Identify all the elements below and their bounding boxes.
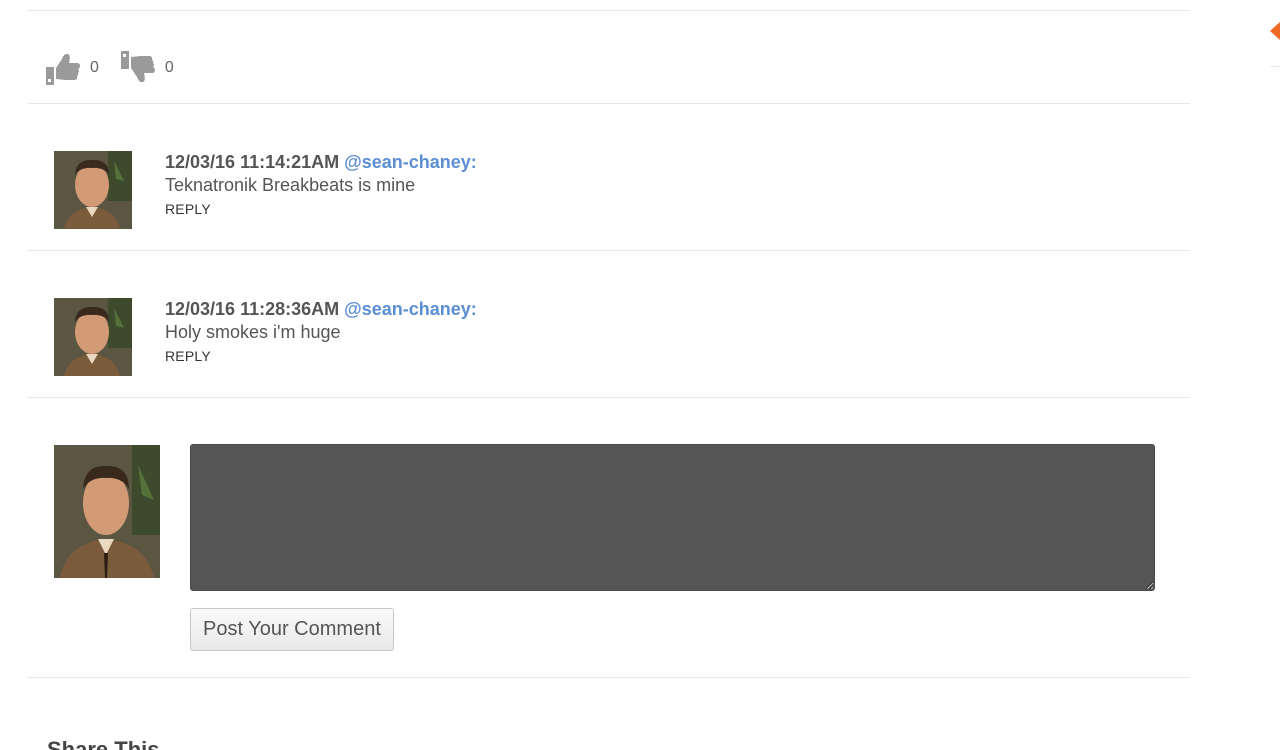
comment-body: 12/03/16 11:28:36AM @sean-chaney: Holy s… — [165, 298, 477, 366]
comments-section: 0 0 12/03/16 11:14:21AM @sean-chaney: Te… — [0, 0, 1280, 750]
like-count: 0 — [90, 59, 99, 76]
avatar[interactable] — [54, 151, 132, 229]
reply-link[interactable]: REPLY — [165, 348, 211, 364]
divider — [28, 250, 1190, 251]
divider — [28, 103, 1190, 104]
like-button[interactable]: 0 — [44, 49, 119, 87]
comment-text: Teknatronik Breakbeats is mine — [165, 175, 416, 195]
comment-colon: : — [470, 152, 477, 172]
reply-link[interactable]: REPLY — [165, 201, 211, 217]
comment-username-link[interactable]: @sean-chaney — [344, 152, 471, 172]
comment-colon: : — [470, 299, 477, 319]
divider — [1270, 66, 1280, 67]
divider — [28, 677, 1190, 678]
comment-textarea[interactable] — [190, 444, 1155, 591]
avatar[interactable] — [54, 298, 132, 376]
post-comment-button[interactable]: Post Your Comment — [190, 608, 394, 651]
comment-item: 12/03/16 11:14:21AM @sean-chaney: Teknat… — [54, 151, 1154, 231]
orange-arrow-icon[interactable] — [1270, 22, 1280, 40]
current-user-avatar — [54, 445, 160, 578]
comment-timestamp: 12/03/16 11:28:36AM — [165, 299, 340, 319]
comment-username-link[interactable]: @sean-chaney — [344, 299, 471, 319]
dislike-count: 0 — [164, 59, 174, 76]
comment-item: 12/03/16 11:28:36AM @sean-chaney: Holy s… — [54, 298, 1154, 378]
thumbs-up-icon — [44, 49, 82, 87]
comment-text: Holy smokes i'm huge — [165, 322, 341, 342]
vote-bar: 0 0 — [44, 48, 194, 88]
comment-meta: 12/03/16 11:28:36AM @sean-chaney: — [165, 298, 477, 320]
comment-meta: 12/03/16 11:14:21AM @sean-chaney: — [165, 151, 477, 173]
divider — [28, 397, 1190, 398]
comment-body: 12/03/16 11:14:21AM @sean-chaney: Teknat… — [165, 151, 477, 219]
share-heading: Share This — [47, 737, 160, 750]
comment-timestamp: 12/03/16 11:14:21AM — [165, 152, 340, 172]
dislike-button[interactable]: 0 — [119, 49, 194, 87]
thumbs-down-icon — [119, 49, 157, 87]
divider — [28, 10, 1190, 11]
